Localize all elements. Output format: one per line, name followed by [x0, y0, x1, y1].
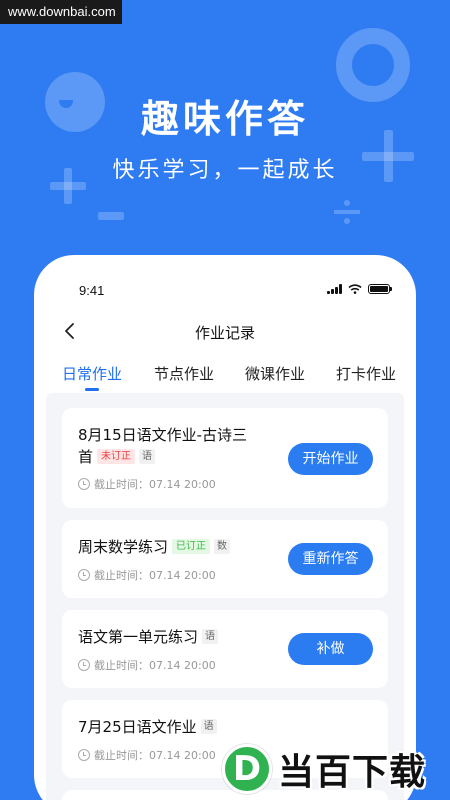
subject-tag: 语: [139, 449, 156, 464]
homework-title: 8月15日语文作业-古诗三 首未订正语: [78, 426, 248, 466]
watermark-url: www.downbai.com: [0, 0, 122, 24]
deadline: 截止时间：07.14 20:00: [78, 567, 216, 583]
homework-title: 7月25日语文作业语: [78, 716, 217, 738]
homework-title: 周末数学练习 已订正数: [78, 536, 231, 558]
list-item[interactable]: 8月15日语文作业-古诗三 首未订正语 截止时间：07.14 20:00 开始作…: [62, 408, 388, 508]
clock-icon: [78, 569, 90, 581]
clock-icon: [78, 478, 90, 490]
subject-tag: 语: [200, 719, 217, 734]
deadline: 截止时间：07.14 20:00: [78, 476, 216, 492]
tab-indicator: [85, 388, 99, 391]
status-icons: [327, 284, 392, 294]
battery-icon: [368, 284, 392, 294]
page-title: 作业记录: [194, 324, 255, 342]
wifi-icon: [348, 284, 362, 294]
phone-frame: 9:41 作业记录 日常作业 节点作业 微课作业 打卡作业 8月15日语文作业-…: [34, 255, 416, 800]
list-item[interactable]: 语文第一单元练习语 截止时间：07.14 20:00 补做: [62, 610, 388, 688]
status-badge: 未订正: [97, 449, 136, 464]
deadline: 截止时间：07.14 20:00: [78, 747, 216, 763]
subject-tag: 语: [202, 629, 219, 644]
homework-list: 8月15日语文作业-古诗三 首未订正语 截止时间：07.14 20:00 开始作…: [46, 393, 404, 800]
brand-text: 当百下载: [278, 752, 427, 793]
redo-homework-button[interactable]: 重新作答: [288, 543, 373, 575]
minus-decoration-icon: [98, 212, 124, 220]
signal-icon: [327, 284, 342, 294]
makeup-homework-button[interactable]: 补做: [288, 633, 373, 665]
homework-title: 语文第一单元练习语: [78, 626, 219, 648]
status-time: 9:41: [79, 283, 105, 298]
tab-bar: 日常作业 节点作业 微课作业 打卡作业: [34, 359, 416, 395]
hero-title: 趣味作答: [140, 97, 309, 141]
start-homework-button[interactable]: 开始作业: [288, 443, 373, 475]
tab-microlesson[interactable]: 微课作业: [245, 363, 305, 384]
divide-decoration-icon: [334, 198, 360, 226]
brand-d-icon: D: [222, 744, 272, 794]
tab-milestone[interactable]: 节点作业: [154, 363, 214, 384]
tab-daily[interactable]: 日常作业: [62, 363, 122, 384]
nav-bar: 作业记录: [34, 315, 416, 349]
status-bar: 9:41: [34, 255, 416, 315]
status-badge: 已订正: [172, 539, 211, 554]
brand-logo: D 当百下载: [222, 742, 448, 796]
subject-tag: 数: [214, 539, 231, 554]
tab-checkin[interactable]: 打卡作业: [336, 363, 396, 384]
clock-icon: [78, 749, 90, 761]
hero-subtitle: 快乐学习，一起成长: [112, 158, 338, 183]
clock-icon: [78, 659, 90, 671]
deadline: 截止时间：07.14 20:00: [78, 657, 216, 673]
list-item[interactable]: 周末数学练习 已订正数 截止时间：07.14 20:00 重新作答: [62, 520, 388, 598]
